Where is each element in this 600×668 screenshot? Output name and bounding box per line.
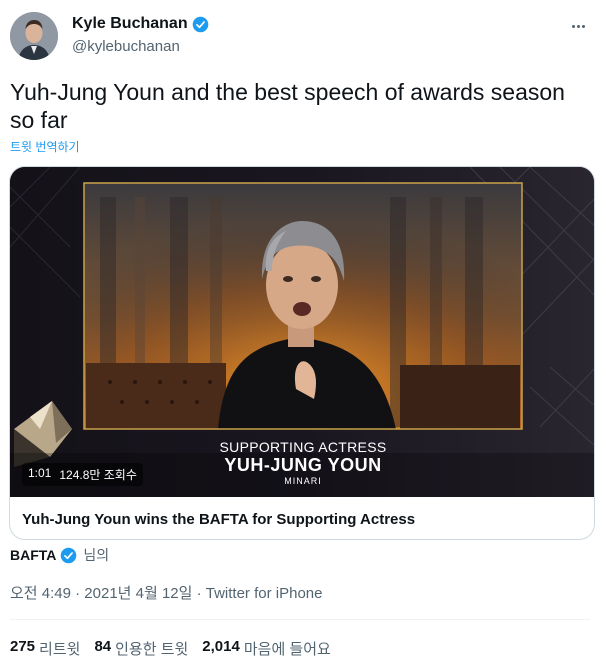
stat-count: 84 [94,638,112,655]
verified-badge-icon [192,16,208,32]
author-name[interactable]: Kyle Buchanan [72,15,188,33]
stat-label: 리트윗 [39,641,81,658]
tweet-header: Kyle Buchanan @kylebuchanan [10,10,590,62]
quote-tweets-stat[interactable]: 84 인용한 트윗 [94,638,188,659]
video-player[interactable]: 1:01 124.8만 조회수 SUPPORTING ACTRESS YUH-J… [10,167,594,497]
tweet-text: Yuh-Jung Youn and the best speech of awa… [10,79,565,133]
verified-badge-icon [61,547,77,563]
retweets-stat[interactable]: 275 리트윗 [10,638,80,659]
tweet-timestamp[interactable]: 오전 4:49 · 2021년 4월 12일 · Twitter for iPh… [10,582,322,603]
author-handle[interactable]: @kylebuchanan [72,38,180,55]
likes-stat[interactable]: 2,014 마음에 들어요 [202,638,331,659]
source-name[interactable]: BAFTA [10,547,56,563]
author-name-row[interactable]: Kyle Buchanan [72,15,209,33]
more-dot-icon [571,24,575,28]
more-dot-icon [581,24,585,28]
caption-name: YUH-JUNG YOUN [224,455,382,475]
video-source: BAFTA 님의 [10,545,109,565]
lower-third-caption: SUPPORTING ACTRESS YUH-JUNG YOUN MINARI [10,439,594,487]
stat-count: 275 [10,638,36,655]
avatar-image [10,12,58,60]
stat-label: 마음에 들어요 [243,641,331,658]
caption-film: MINARI [284,476,322,486]
divider [10,619,590,620]
media-card-title[interactable]: Yuh-Jung Youn wins the BAFTA for Support… [22,511,415,528]
more-options-button[interactable] [566,14,590,38]
more-dot-icon [576,24,580,28]
stat-count: 2,014 [202,638,240,655]
tweet-stats: 275 리트윗 84 인용한 트윗 2,014 마음에 들어요 [10,638,331,659]
source-suffix: 님의 [83,547,110,563]
stat-label: 인용한 트윗 [115,641,189,658]
media-card[interactable]: 1:01 124.8만 조회수 SUPPORTING ACTRESS YUH-J… [9,166,595,540]
caption-role: SUPPORTING ACTRESS [219,439,387,455]
translate-link[interactable]: 트윗 번역하기 [10,138,80,155]
author-avatar[interactable] [10,12,58,60]
